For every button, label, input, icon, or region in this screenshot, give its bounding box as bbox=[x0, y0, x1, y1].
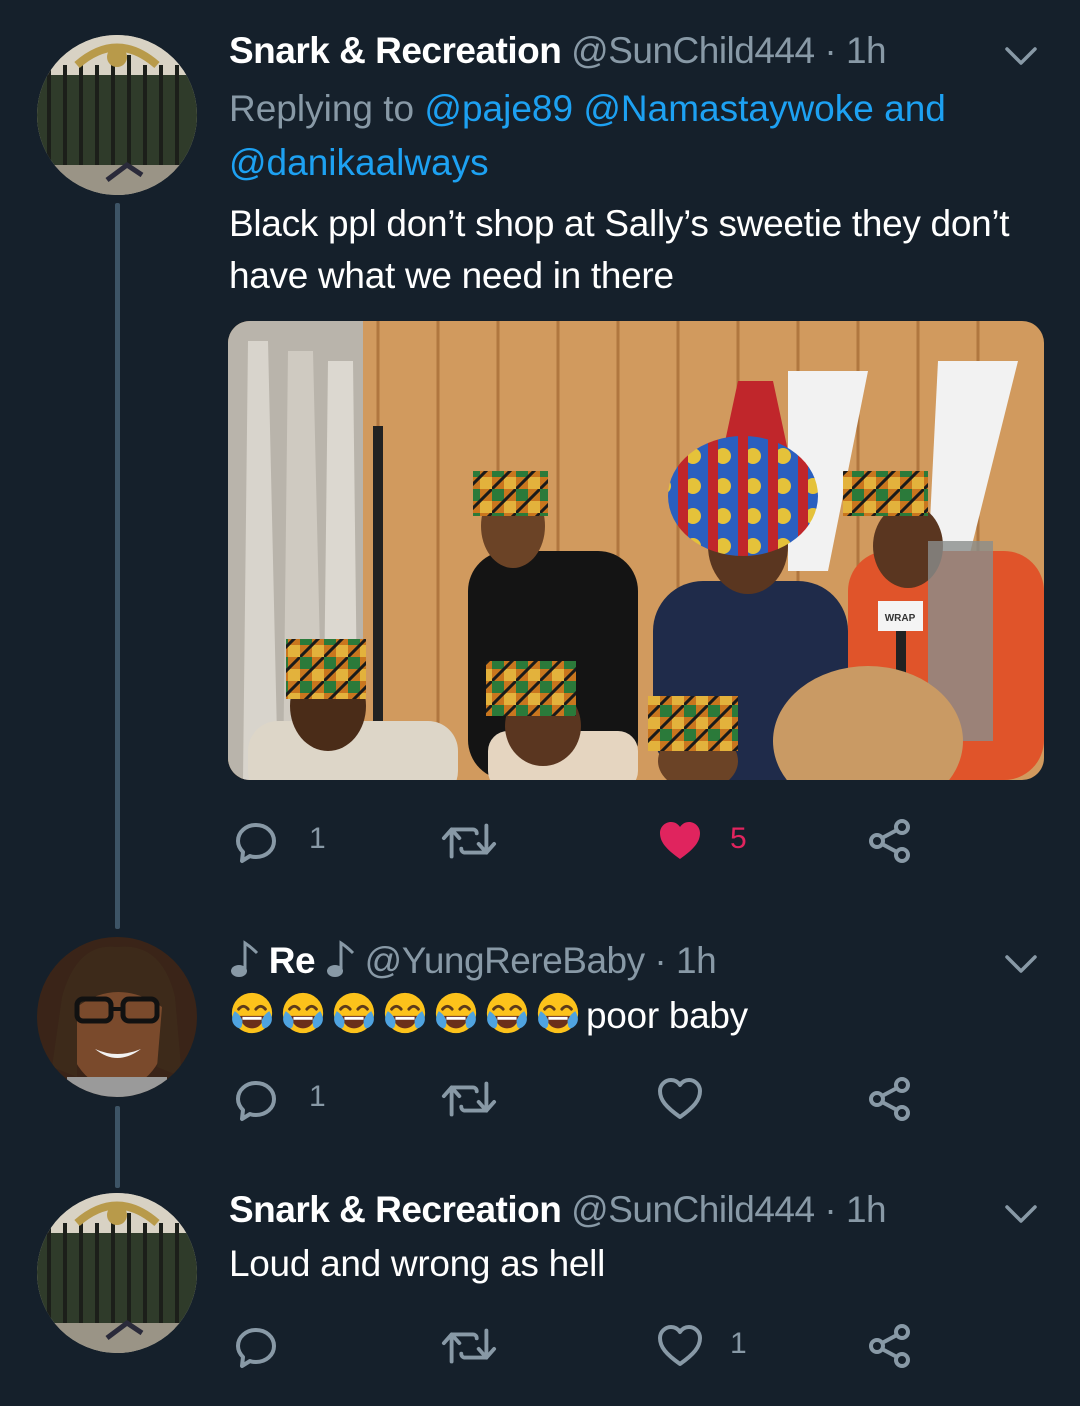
like-icon[interactable] bbox=[655, 817, 705, 865]
like-count: 1 bbox=[730, 1327, 747, 1360]
tears-of-joy-emoji bbox=[331, 990, 377, 1036]
display-name[interactable]: Snark & Recreation bbox=[229, 1189, 562, 1230]
retweet-icon[interactable] bbox=[440, 817, 498, 865]
username[interactable]: @SunChild444 bbox=[571, 30, 815, 71]
mention-link[interactable]: @paje89 bbox=[424, 88, 573, 129]
chevron-down-icon[interactable] bbox=[1001, 944, 1041, 984]
thread-line bbox=[115, 1106, 120, 1188]
display-name[interactable]: Re bbox=[269, 940, 316, 981]
separator: · bbox=[824, 30, 837, 71]
tweet-header: Snark & Recreation @SunChild444 · 1h bbox=[229, 1187, 887, 1233]
like-count: 5 bbox=[730, 822, 747, 855]
tears-of-joy-emoji bbox=[535, 990, 581, 1036]
tweet-text: poor baby bbox=[229, 990, 748, 1042]
timestamp[interactable]: 1h bbox=[846, 1189, 887, 1230]
avatar[interactable] bbox=[37, 1193, 197, 1353]
reply-icon[interactable] bbox=[234, 1322, 282, 1370]
mention-link[interactable]: @danikaalways bbox=[229, 142, 489, 183]
tweet-text: Loud and wrong as hell bbox=[229, 1243, 606, 1284]
share-icon[interactable] bbox=[866, 1075, 914, 1123]
separator: · bbox=[654, 940, 667, 981]
tweet-header: Snark & Recreation @SunChild444 · 1h bbox=[229, 28, 887, 74]
chevron-down-icon[interactable] bbox=[1001, 1194, 1041, 1234]
display-name[interactable]: Snark & Recreation bbox=[229, 30, 562, 71]
avatar[interactable] bbox=[37, 937, 197, 1097]
timestamp[interactable]: 1h bbox=[846, 30, 887, 71]
share-icon[interactable] bbox=[866, 1322, 914, 1370]
tweet-text: Black ppl don’t shop at Sally’s sweetie … bbox=[229, 198, 1029, 302]
music-note-icon bbox=[325, 939, 355, 979]
music-note-icon bbox=[229, 939, 259, 979]
separator: · bbox=[824, 1189, 837, 1230]
tweet-text-body: poor baby bbox=[586, 995, 748, 1036]
tears-of-joy-emoji bbox=[484, 990, 530, 1036]
tears-of-joy-emoji bbox=[280, 990, 326, 1036]
tears-of-joy-emoji bbox=[229, 990, 275, 1036]
timestamp[interactable]: 1h bbox=[676, 940, 717, 981]
replying-prefix: Replying to bbox=[229, 88, 415, 129]
media-watermark-text: WRAP bbox=[885, 613, 916, 624]
tears-of-joy-emoji bbox=[433, 990, 479, 1036]
share-icon[interactable] bbox=[866, 817, 914, 865]
chevron-down-icon[interactable] bbox=[1001, 36, 1041, 76]
emoji-row bbox=[229, 995, 586, 1036]
reply-icon[interactable] bbox=[234, 1075, 282, 1123]
replying-to: Replying to @paje89 @Namastaywoke and @d… bbox=[229, 82, 1029, 190]
mention-and[interactable]: and bbox=[884, 88, 946, 129]
username[interactable]: @YungRereBaby bbox=[365, 940, 645, 981]
tears-of-joy-emoji bbox=[382, 990, 428, 1036]
avatar[interactable] bbox=[37, 35, 197, 195]
tweet-text-line: Black ppl don’t shop at Sally’s sweetie … bbox=[229, 203, 1010, 244]
reply-count: 1 bbox=[309, 1080, 326, 1113]
reply-icon[interactable] bbox=[234, 817, 282, 865]
thread-line bbox=[115, 203, 120, 929]
tweet-header: Re @YungRereBaby · 1h bbox=[229, 938, 717, 984]
tweet-media[interactable]: WRAP bbox=[228, 321, 1044, 780]
mention-link[interactable]: @Namastaywoke bbox=[583, 88, 874, 129]
retweet-icon[interactable] bbox=[440, 1322, 498, 1370]
like-icon[interactable] bbox=[655, 1322, 705, 1370]
reply-count: 1 bbox=[309, 822, 326, 855]
like-icon[interactable] bbox=[655, 1075, 705, 1123]
username[interactable]: @SunChild444 bbox=[571, 1189, 815, 1230]
tweet-text-line: have what we need in there bbox=[229, 255, 674, 296]
retweet-icon[interactable] bbox=[440, 1075, 498, 1123]
